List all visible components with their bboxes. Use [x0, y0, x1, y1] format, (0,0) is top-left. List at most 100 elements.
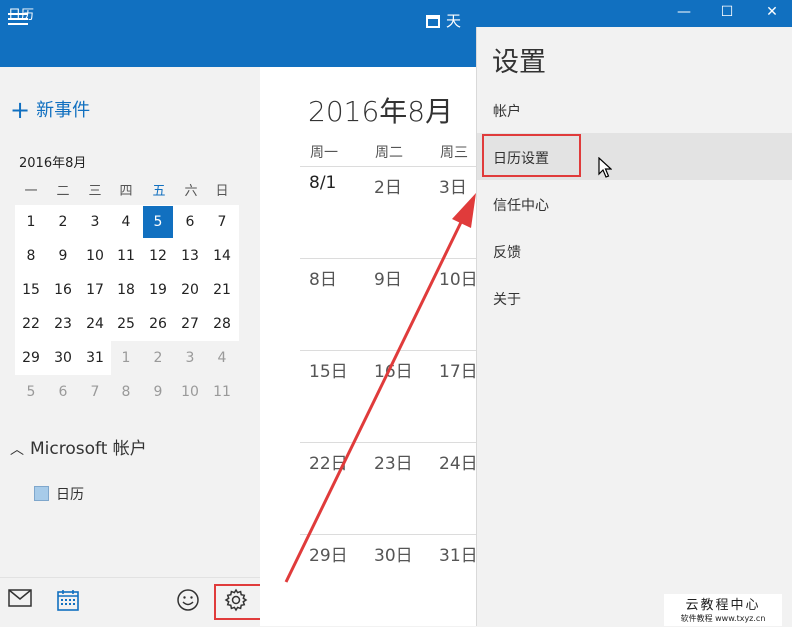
month-day-cell[interactable]: 15日 [309, 357, 348, 382]
mini-day[interactable]: 22 [16, 308, 46, 340]
mini-weekday-label: 日 [215, 184, 229, 199]
month-column-header: 周三 [440, 145, 468, 161]
settings-item-about[interactable]: 关于 [493, 289, 521, 309]
mini-day[interactable]: 4 [111, 206, 141, 238]
month-column-header: 周一 [310, 145, 338, 161]
month-day-cell[interactable]: 9日 [374, 265, 402, 290]
chevron-up-icon: ︿ [10, 442, 24, 458]
mini-day[interactable]: 3 [175, 342, 205, 374]
month-row-divider [300, 350, 476, 351]
month-day-cell[interactable]: 24日 [439, 449, 478, 474]
watermark-title: 云教程中心 [685, 598, 761, 613]
mini-day[interactable]: 26 [143, 308, 173, 340]
mini-day[interactable]: 10 [80, 240, 110, 272]
new-event-button[interactable]: + 新事件 [10, 96, 90, 122]
month-day-cell[interactable]: 30日 [374, 541, 413, 566]
settings-item-feedback[interactable]: 反馈 [493, 242, 521, 262]
mini-day[interactable]: 30 [48, 342, 78, 374]
mini-day[interactable]: 18 [111, 274, 141, 306]
mini-day[interactable]: 8 [16, 240, 46, 272]
month-day-cell[interactable]: 17日 [439, 357, 478, 382]
calendar-settings-highlight-box [482, 134, 581, 177]
mini-day[interactable]: 7 [207, 206, 237, 238]
smiley-icon[interactable] [175, 588, 201, 614]
settings-pane [476, 27, 792, 626]
mini-day[interactable]: 6 [48, 376, 78, 408]
mini-day[interactable]: 4 [207, 342, 237, 374]
calendar-day-icon [426, 15, 440, 28]
mini-weekday-label: 五 [152, 184, 166, 199]
view-day-button[interactable]: 天 [426, 10, 461, 31]
plus-icon: + [10, 96, 31, 124]
mini-day[interactable]: 2 [48, 206, 78, 238]
mini-day[interactable]: 7 [80, 376, 110, 408]
settings-item-account[interactable]: 帐户 [493, 101, 521, 121]
month-day-cell[interactable]: 8/1 [309, 173, 336, 193]
mini-day[interactable]: 1 [111, 342, 141, 374]
view-label: 天 [446, 12, 462, 30]
month-day-cell[interactable]: 23日 [374, 449, 413, 474]
mini-day[interactable]: 9 [143, 376, 173, 408]
mini-day[interactable]: 6 [175, 206, 205, 238]
month-day-cell[interactable]: 16日 [374, 357, 413, 382]
mini-day[interactable]: 5 [16, 376, 46, 408]
mini-day[interactable]: 15 [16, 274, 46, 306]
month-row-divider [300, 166, 476, 167]
close-button[interactable]: ✕ [752, 0, 792, 27]
mini-day-today[interactable]: 5 [143, 206, 173, 238]
app-bar [0, 27, 476, 67]
mini-weekday-label: 三 [88, 184, 102, 199]
mini-day[interactable]: 25 [111, 308, 141, 340]
mini-day[interactable]: 17 [80, 274, 110, 306]
mini-day[interactable]: 29 [16, 342, 46, 374]
month-day-cell[interactable]: 10日 [439, 265, 478, 290]
mini-day[interactable]: 10 [175, 376, 205, 408]
mini-day[interactable]: 24 [80, 308, 110, 340]
month-row-divider [300, 258, 476, 259]
watermark: 云教程中心 软件教程 www.txyz.cn [664, 594, 782, 626]
mini-day[interactable]: 12 [143, 240, 173, 272]
mini-day[interactable]: 21 [207, 274, 237, 306]
mini-day[interactable]: 20 [175, 274, 205, 306]
mini-month-title[interactable]: 2016年8月 [19, 152, 86, 171]
mini-day[interactable]: 9 [48, 240, 78, 272]
mail-icon[interactable] [7, 588, 33, 614]
mini-weekday-label: 六 [184, 184, 198, 199]
mini-day[interactable]: 28 [207, 308, 237, 340]
settings-item-trust-center[interactable]: 信任中心 [493, 195, 549, 215]
month-row-divider [300, 534, 476, 535]
month-day-cell[interactable]: 31日 [439, 541, 478, 566]
minimize-button[interactable]: — [664, 0, 704, 27]
settings-title: 设置 [492, 47, 546, 78]
mini-day[interactable]: 19 [143, 274, 173, 306]
month-day-cell[interactable]: 22日 [309, 449, 348, 474]
mini-day[interactable]: 11 [111, 240, 141, 272]
month-day-cell[interactable]: 3日 [439, 173, 467, 198]
mini-day[interactable]: 31 [80, 342, 110, 374]
mini-day[interactable]: 8 [111, 376, 141, 408]
watermark-subtitle: 软件教程 www.txyz.cn [680, 614, 766, 623]
account-group-header[interactable]: ︿ Microsoft 帐户 [10, 434, 147, 459]
mini-day[interactable]: 2 [143, 342, 173, 374]
mini-day[interactable]: 13 [175, 240, 205, 272]
month-column-header: 周二 [375, 145, 403, 161]
mini-day[interactable]: 14 [207, 240, 237, 272]
mini-day[interactable]: 3 [80, 206, 110, 238]
calendar-list-item[interactable]: 日历 [34, 484, 84, 504]
mini-day[interactable]: 1 [16, 206, 46, 238]
mini-day[interactable]: 27 [175, 308, 205, 340]
calendar-item-label: 日历 [56, 487, 84, 503]
month-day-cell[interactable]: 8日 [309, 265, 337, 290]
hamburger-menu-icon[interactable] [8, 13, 28, 27]
mini-day[interactable]: 23 [48, 308, 78, 340]
calendar-color-swatch [34, 486, 49, 501]
month-day-cell[interactable]: 29日 [309, 541, 348, 566]
mini-day[interactable]: 11 [207, 376, 237, 408]
month-title: 2016年8月 [308, 95, 454, 128]
maximize-button[interactable]: ☐ [707, 0, 747, 27]
month-row-divider [300, 442, 476, 443]
month-day-cell[interactable]: 2日 [374, 173, 402, 198]
calendar-icon[interactable] [55, 588, 81, 614]
mini-day[interactable]: 16 [48, 274, 78, 306]
settings-highlight-box [214, 584, 264, 620]
